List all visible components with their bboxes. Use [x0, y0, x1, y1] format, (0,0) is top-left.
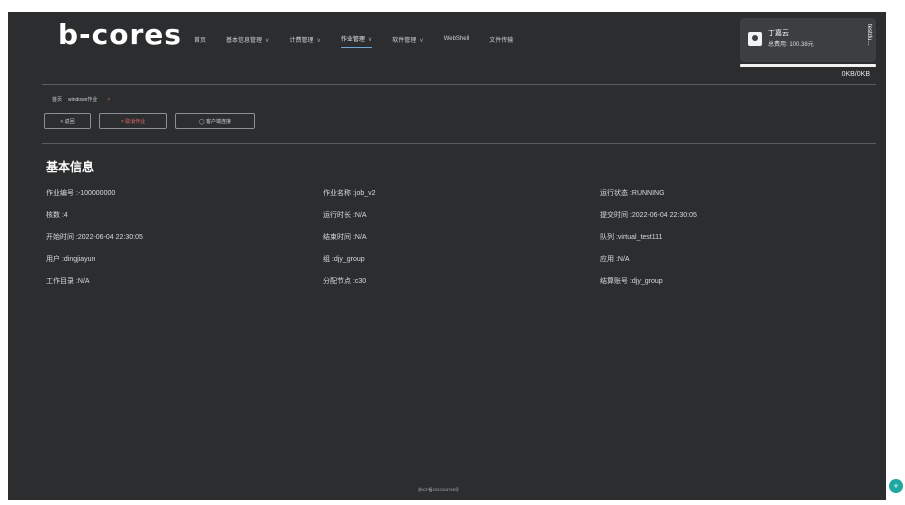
divider: [42, 143, 876, 144]
info-application: 应用 :N/A: [600, 256, 630, 263]
info-queue: 队列 :virtual_test111: [600, 234, 663, 241]
chevron-down-icon: ∨: [367, 37, 373, 43]
back-button[interactable]: < 返回: [44, 113, 91, 129]
top-nav: 首页 基本信息管理 ∨ 计费管理 ∨ 作业管理 ∨ 软件管理 ∨ WebShell 文件…: [194, 30, 533, 52]
user-card[interactable]: 丁嘉云 总费用: 100.38元 testdu...: [740, 18, 876, 62]
info-submit-time: 提交时间 :2022-06-04 22:30:05: [600, 212, 697, 219]
icp-footer[interactable]: 苏ICP备2022018765号: [418, 487, 459, 493]
breadcrumb-current[interactable]: windows作业: [68, 96, 97, 103]
action-bar: < 返回 × 取消作业 ◯ 客户端连接: [44, 113, 255, 129]
breadcrumb: 首页 windows作业 ×: [52, 96, 110, 104]
info-start-time: 开始时间 :2022-06-04 22:30:05: [46, 234, 143, 241]
divider: [42, 84, 876, 85]
info-run-duration: 运行时长 :N/A: [323, 212, 367, 219]
info-user: 用户 :dingjiayun: [46, 256, 96, 263]
avatar-icon: [748, 32, 762, 46]
breadcrumb-home[interactable]: 首页: [52, 96, 62, 103]
chevron-down-icon: ∨: [419, 37, 424, 44]
nav-item-software[interactable]: 软件管理 ∨: [392, 35, 423, 48]
info-billing-account: 结算账号 :djy_group: [600, 278, 663, 285]
logo: b-cores: [58, 18, 182, 51]
quota-bar: [740, 64, 876, 67]
nav-item-basic-info[interactable]: 基本信息管理 ∨: [226, 35, 269, 48]
job-info-grid: 作业编号 :-100000000 作业名称 :job_v2 运行状态 :RUNN…: [46, 188, 766, 285]
info-job-id: 作业编号 :-100000000: [46, 190, 116, 197]
info-job-name: 作业名称 :job_v2: [323, 190, 376, 197]
nav-item-file-transfer[interactable]: 文件传输: [489, 35, 513, 48]
info-run-status: 运行状态 :RUNNING: [600, 190, 665, 197]
info-end-time: 结束时间 :N/A: [323, 234, 367, 241]
section-title: 基本信息: [46, 160, 95, 174]
nav-item-jobs[interactable]: 作业管理 ∨: [340, 34, 373, 48]
chevron-down-icon: ∨: [316, 37, 321, 44]
close-tab-icon[interactable]: ×: [107, 97, 110, 103]
quota-text: 0KB/0KB: [841, 71, 870, 78]
floating-action-button[interactable]: +: [889, 479, 903, 493]
client-connect-button[interactable]: ◯ 客户端连接: [175, 113, 255, 129]
nav-item-billing[interactable]: 计费管理 ∨: [289, 35, 320, 48]
info-work-dir: 工作目录 :N/A: [46, 278, 90, 285]
user-balance: 总费用: 100.38元: [768, 42, 814, 48]
user-name: 丁嘉云: [768, 30, 789, 37]
nav-item-home[interactable]: 首页: [194, 35, 206, 48]
nav-item-webshell[interactable]: WebShell: [444, 36, 470, 46]
info-allocated-node: 分配节点 :c30: [323, 278, 367, 285]
info-group: 组 :djy_group: [323, 256, 365, 263]
app-window: b-cores 首页 基本信息管理 ∨ 计费管理 ∨ 作业管理 ∨ 软件管理 ∨ Web…: [8, 12, 886, 500]
user-vertical-label: testdu...: [866, 24, 872, 46]
info-cores: 核数 :4: [46, 212, 68, 219]
cancel-job-button[interactable]: × 取消作业: [99, 113, 167, 129]
chevron-down-icon: ∨: [265, 37, 270, 44]
